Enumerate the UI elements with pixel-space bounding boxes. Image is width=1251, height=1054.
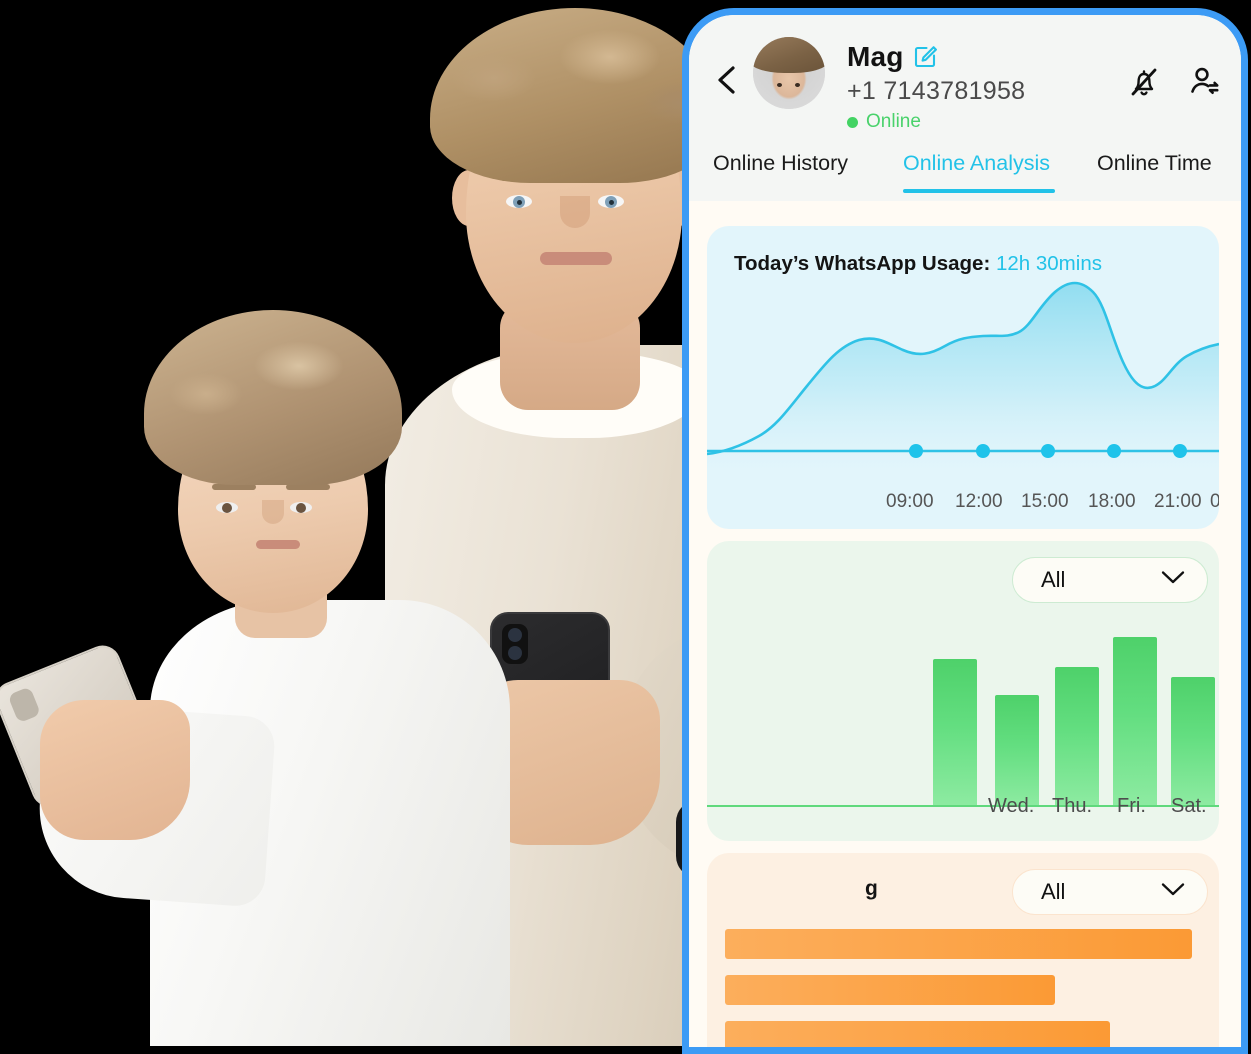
axis-tick-3: 18:00	[1088, 491, 1136, 512]
kid-eye-right	[290, 502, 312, 513]
usage-axis-dot	[976, 444, 990, 458]
day-label-fri: Fri.	[1117, 795, 1146, 817]
kid-hair	[144, 310, 402, 485]
usage-axis-dot	[1041, 444, 1055, 458]
usage-area-chart	[707, 281, 1219, 473]
usage-axis-dot	[1107, 444, 1121, 458]
usage-axis-dot	[909, 444, 923, 458]
status-label: Online	[866, 111, 921, 132]
account-switch-icon[interactable]	[1185, 63, 1223, 101]
axis-tick-2: 15:00	[1021, 491, 1069, 512]
chevron-down-icon	[1161, 883, 1185, 902]
social-bar-3	[725, 1021, 1110, 1047]
kid-nose	[262, 500, 284, 524]
weekly-day-labels: Wed. Thu. Fri. Sat.	[707, 795, 1219, 823]
day-label-thu: Thu.	[1052, 795, 1093, 817]
axis-tick-5: 0	[1210, 491, 1219, 513]
status-dot-icon	[847, 116, 858, 128]
contact-name: Mag	[847, 41, 904, 72]
usage-card: Today’s WhatsApp Usage: 12h 30mins 09:00…	[707, 226, 1219, 529]
chevron-left-icon	[718, 66, 735, 94]
edit-square-icon[interactable]	[913, 45, 937, 69]
day-label-wed: Wed.	[988, 795, 1035, 817]
social-bar-2	[725, 975, 1055, 1005]
social-title: g	[865, 877, 878, 900]
teen-eye-left	[506, 195, 532, 208]
phone-screen: Mag +1 7143781958 Online Online History …	[689, 15, 1241, 1047]
usage-axis-labels: 09:00 12:00 15:00 18:00 21:00 0	[707, 491, 1219, 521]
axis-tick-4: 21:00	[1154, 491, 1202, 512]
app-header: Mag +1 7143781958 Online Online History …	[689, 15, 1241, 201]
day-label-sat: Sat.	[1171, 795, 1207, 817]
axis-tick-0: 09:00	[886, 491, 934, 512]
social-filter-label: All	[1041, 879, 1066, 904]
bar-thu	[1055, 667, 1099, 807]
page-root: Mag +1 7143781958 Online Online History …	[0, 0, 1251, 1054]
bell-off-icon[interactable]	[1125, 63, 1163, 101]
teen-eye-right	[598, 195, 624, 208]
tab-online-analysis[interactable]: Online Analysis	[903, 151, 1050, 180]
teen-nose	[560, 196, 590, 228]
status-badge: Online	[847, 111, 921, 133]
phone-mockup: Mag +1 7143781958 Online Online History …	[682, 8, 1248, 1054]
teen-hair	[430, 8, 720, 183]
social-card: g All	[707, 853, 1219, 1047]
tab-online-time[interactable]: Online Time	[1097, 151, 1212, 180]
avatar[interactable]	[753, 37, 825, 109]
bar-sat	[1171, 677, 1215, 807]
tab-online-history[interactable]: Online History	[713, 151, 848, 180]
weekly-filter-label: All	[1041, 567, 1066, 592]
social-filter-select[interactable]: All	[1012, 869, 1208, 915]
weekly-bars	[707, 627, 1219, 807]
chevron-down-icon	[1161, 571, 1185, 590]
teen-mouth	[540, 252, 612, 265]
kid-mouth	[256, 540, 300, 549]
weekly-filter-select[interactable]: All	[1012, 557, 1208, 603]
bar-tue	[933, 659, 977, 807]
tab-bar: Online History Online Analysis Online Ti…	[689, 151, 1241, 201]
back-button[interactable]	[711, 63, 745, 97]
bar-fri	[1113, 637, 1157, 807]
active-tab-indicator	[903, 189, 1055, 193]
kid-eye-left	[216, 502, 238, 513]
kid-hand	[40, 700, 190, 840]
usage-area-fill	[707, 283, 1219, 473]
contact-phone: +1 7143781958	[847, 77, 1026, 105]
usage-axis-dot	[1173, 444, 1187, 458]
axis-tick-1: 12:00	[955, 491, 1003, 512]
weekly-card: All Wed. Thu. Fri. Sat.	[707, 541, 1219, 841]
header-actions	[1125, 63, 1223, 101]
bar-wed	[995, 695, 1039, 807]
social-bar-1	[725, 929, 1192, 959]
